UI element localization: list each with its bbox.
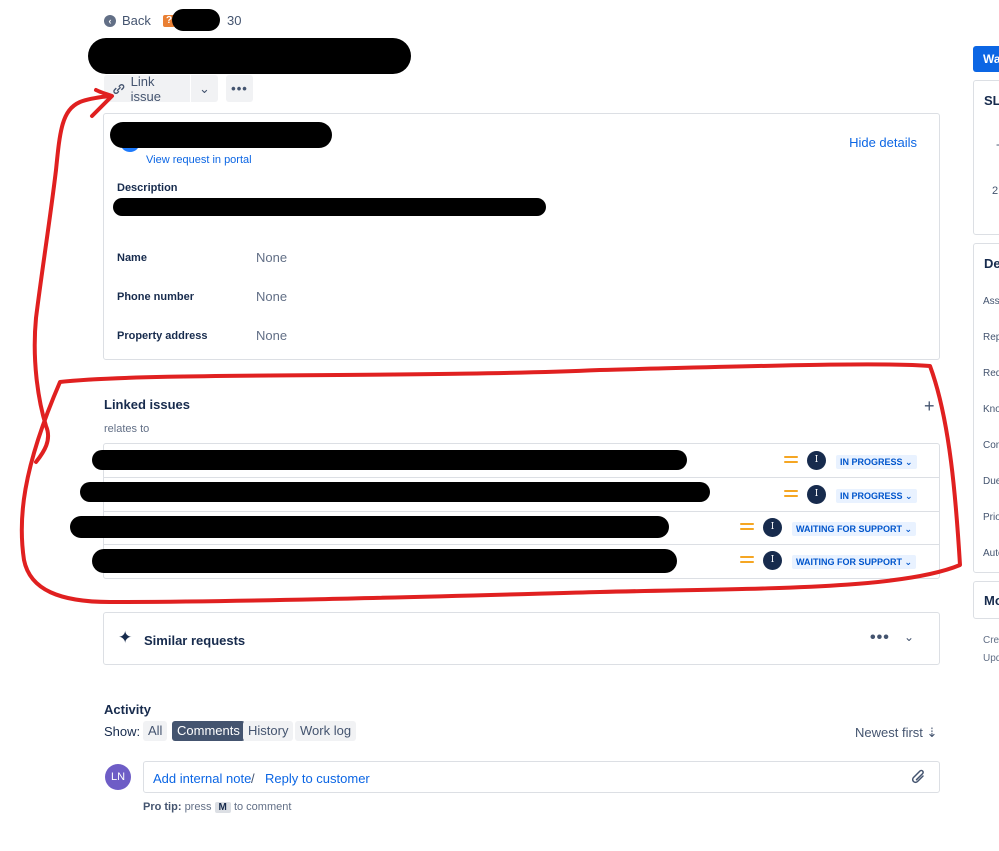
status-label: WAITING FOR SUPPORT: [796, 524, 903, 534]
status-badge[interactable]: WAITING FOR SUPPORT ⌄: [792, 555, 917, 569]
link-issue-label: Link issue: [130, 73, 162, 104]
filter-work-log[interactable]: Work log: [295, 721, 357, 741]
priority-medium-icon: [740, 553, 754, 565]
created-label: Crea: [983, 635, 999, 646]
field-label-phone: Phone number: [117, 291, 195, 303]
right-field-priority: Prio: [983, 512, 999, 523]
view-request-in-portal-link[interactable]: View request in portal: [146, 154, 252, 166]
link-issue-button[interactable]: Link issue: [104, 73, 190, 104]
field-value-address[interactable]: None: [256, 328, 287, 343]
filter-history[interactable]: History: [243, 721, 294, 741]
filter-all[interactable]: All: [143, 721, 168, 741]
right-field-reporter: Rep: [983, 332, 999, 343]
back-label: Back: [122, 13, 151, 28]
priority-medium-icon: [784, 453, 798, 465]
right-field-components: Con: [983, 440, 999, 451]
comment-editor[interactable]: Add internal note / Reply to customer: [143, 761, 940, 793]
status-badge[interactable]: WAITING FOR SUPPORT ⌄: [792, 522, 917, 536]
priority-medium-icon: [784, 487, 798, 499]
right-field-automation: Auto: [983, 548, 999, 559]
assignee-avatar[interactable]: I: [807, 451, 826, 470]
more-actions-button[interactable]: •••: [226, 75, 253, 102]
more-fields-title: Mo: [984, 593, 999, 608]
sparkle-icon: ✦: [118, 628, 133, 647]
chevron-down-icon: ⌄: [199, 80, 210, 96]
linked-summary-redaction: [92, 450, 687, 470]
pro-tip-prefix: Pro tip:: [143, 801, 182, 813]
field-label-address: Property address: [117, 330, 208, 342]
similar-requests-title: Similar requests: [144, 633, 246, 648]
separator: /: [251, 771, 255, 786]
description-redaction: [113, 198, 546, 216]
right-field-knowledge: Kno: [983, 404, 999, 415]
status-label: WAITING FOR SUPPORT: [796, 557, 903, 567]
issue-toolbar: Link issue ⌄ •••: [104, 73, 253, 104]
linked-summary-redaction: [70, 516, 669, 538]
relation-label: relates to: [104, 423, 150, 435]
pro-tip-mid: press: [184, 801, 212, 813]
priority-medium-icon: [740, 520, 754, 532]
pro-tip: Pro tip: press M to comment: [143, 801, 291, 813]
details-panel-title: Det: [984, 256, 999, 271]
status-badge[interactable]: IN PROGRESS ⌄: [836, 489, 917, 503]
title-redaction: [88, 38, 411, 74]
status-label: IN PROGRESS: [840, 491, 903, 501]
field-value-name[interactable]: None: [256, 250, 287, 265]
linked-summary-redaction: [80, 482, 710, 502]
similar-requests-card[interactable]: ✦ Similar requests ••• ⌄: [103, 612, 940, 665]
more-fields-card[interactable]: Mo: [973, 581, 999, 619]
link-icon: [113, 83, 125, 94]
add-linked-issue-icon[interactable]: +: [924, 396, 935, 417]
back-button[interactable]: ‹ Back: [104, 13, 151, 28]
hide-details-button[interactable]: Hide details: [849, 135, 917, 150]
right-field-request-type: Req: [983, 368, 999, 379]
assignee-avatar[interactable]: I: [807, 485, 826, 504]
reply-to-customer-link[interactable]: Reply to customer: [265, 771, 370, 786]
status-badge[interactable]: IN PROGRESS ⌄: [836, 455, 917, 469]
issue-key-text: 30: [227, 13, 242, 28]
similar-more-button[interactable]: •••: [870, 629, 890, 647]
filter-comments[interactable]: Comments: [172, 721, 245, 741]
status-label: IN PROGRESS: [840, 457, 903, 467]
add-internal-note-link[interactable]: Add internal note: [153, 771, 251, 786]
assignee-avatar[interactable]: I: [763, 518, 782, 537]
back-arrow-icon: ‹: [104, 14, 116, 27]
linked-issues-title: Linked issues: [104, 397, 190, 412]
shortcut-key: M: [214, 802, 231, 813]
reporter-redaction: [110, 122, 332, 148]
paperclip-icon[interactable]: [911, 768, 927, 786]
right-field-assignee: Assi: [983, 296, 999, 307]
show-label: Show:: [104, 724, 141, 739]
sla-title: SLA: [984, 93, 999, 108]
updated-label: Upd: [983, 653, 999, 664]
field-value-phone[interactable]: None: [256, 289, 287, 304]
activity-title: Activity: [104, 702, 151, 717]
status-transition-button[interactable]: Wa: [973, 46, 999, 72]
sla-card: SLA - 2: [973, 80, 999, 235]
description-label: Description: [117, 182, 178, 194]
sla-value: 2: [992, 185, 999, 197]
field-label-name: Name: [117, 252, 147, 264]
assignee-avatar[interactable]: I: [763, 551, 782, 570]
user-avatar: LN: [105, 764, 131, 790]
sort-order-button[interactable]: Newest first ⇣: [855, 725, 937, 741]
link-issue-dropdown-button[interactable]: ⌄: [191, 75, 218, 102]
pro-tip-suffix: to comment: [233, 801, 292, 813]
request-details-card: View request in portal Hide details Desc…: [103, 113, 940, 360]
redaction: [172, 9, 220, 31]
linked-summary-redaction: [92, 549, 677, 573]
more-icon: •••: [231, 81, 248, 96]
chevron-down-icon[interactable]: ⌄: [904, 630, 914, 644]
right-field-due: Due: [983, 476, 999, 487]
